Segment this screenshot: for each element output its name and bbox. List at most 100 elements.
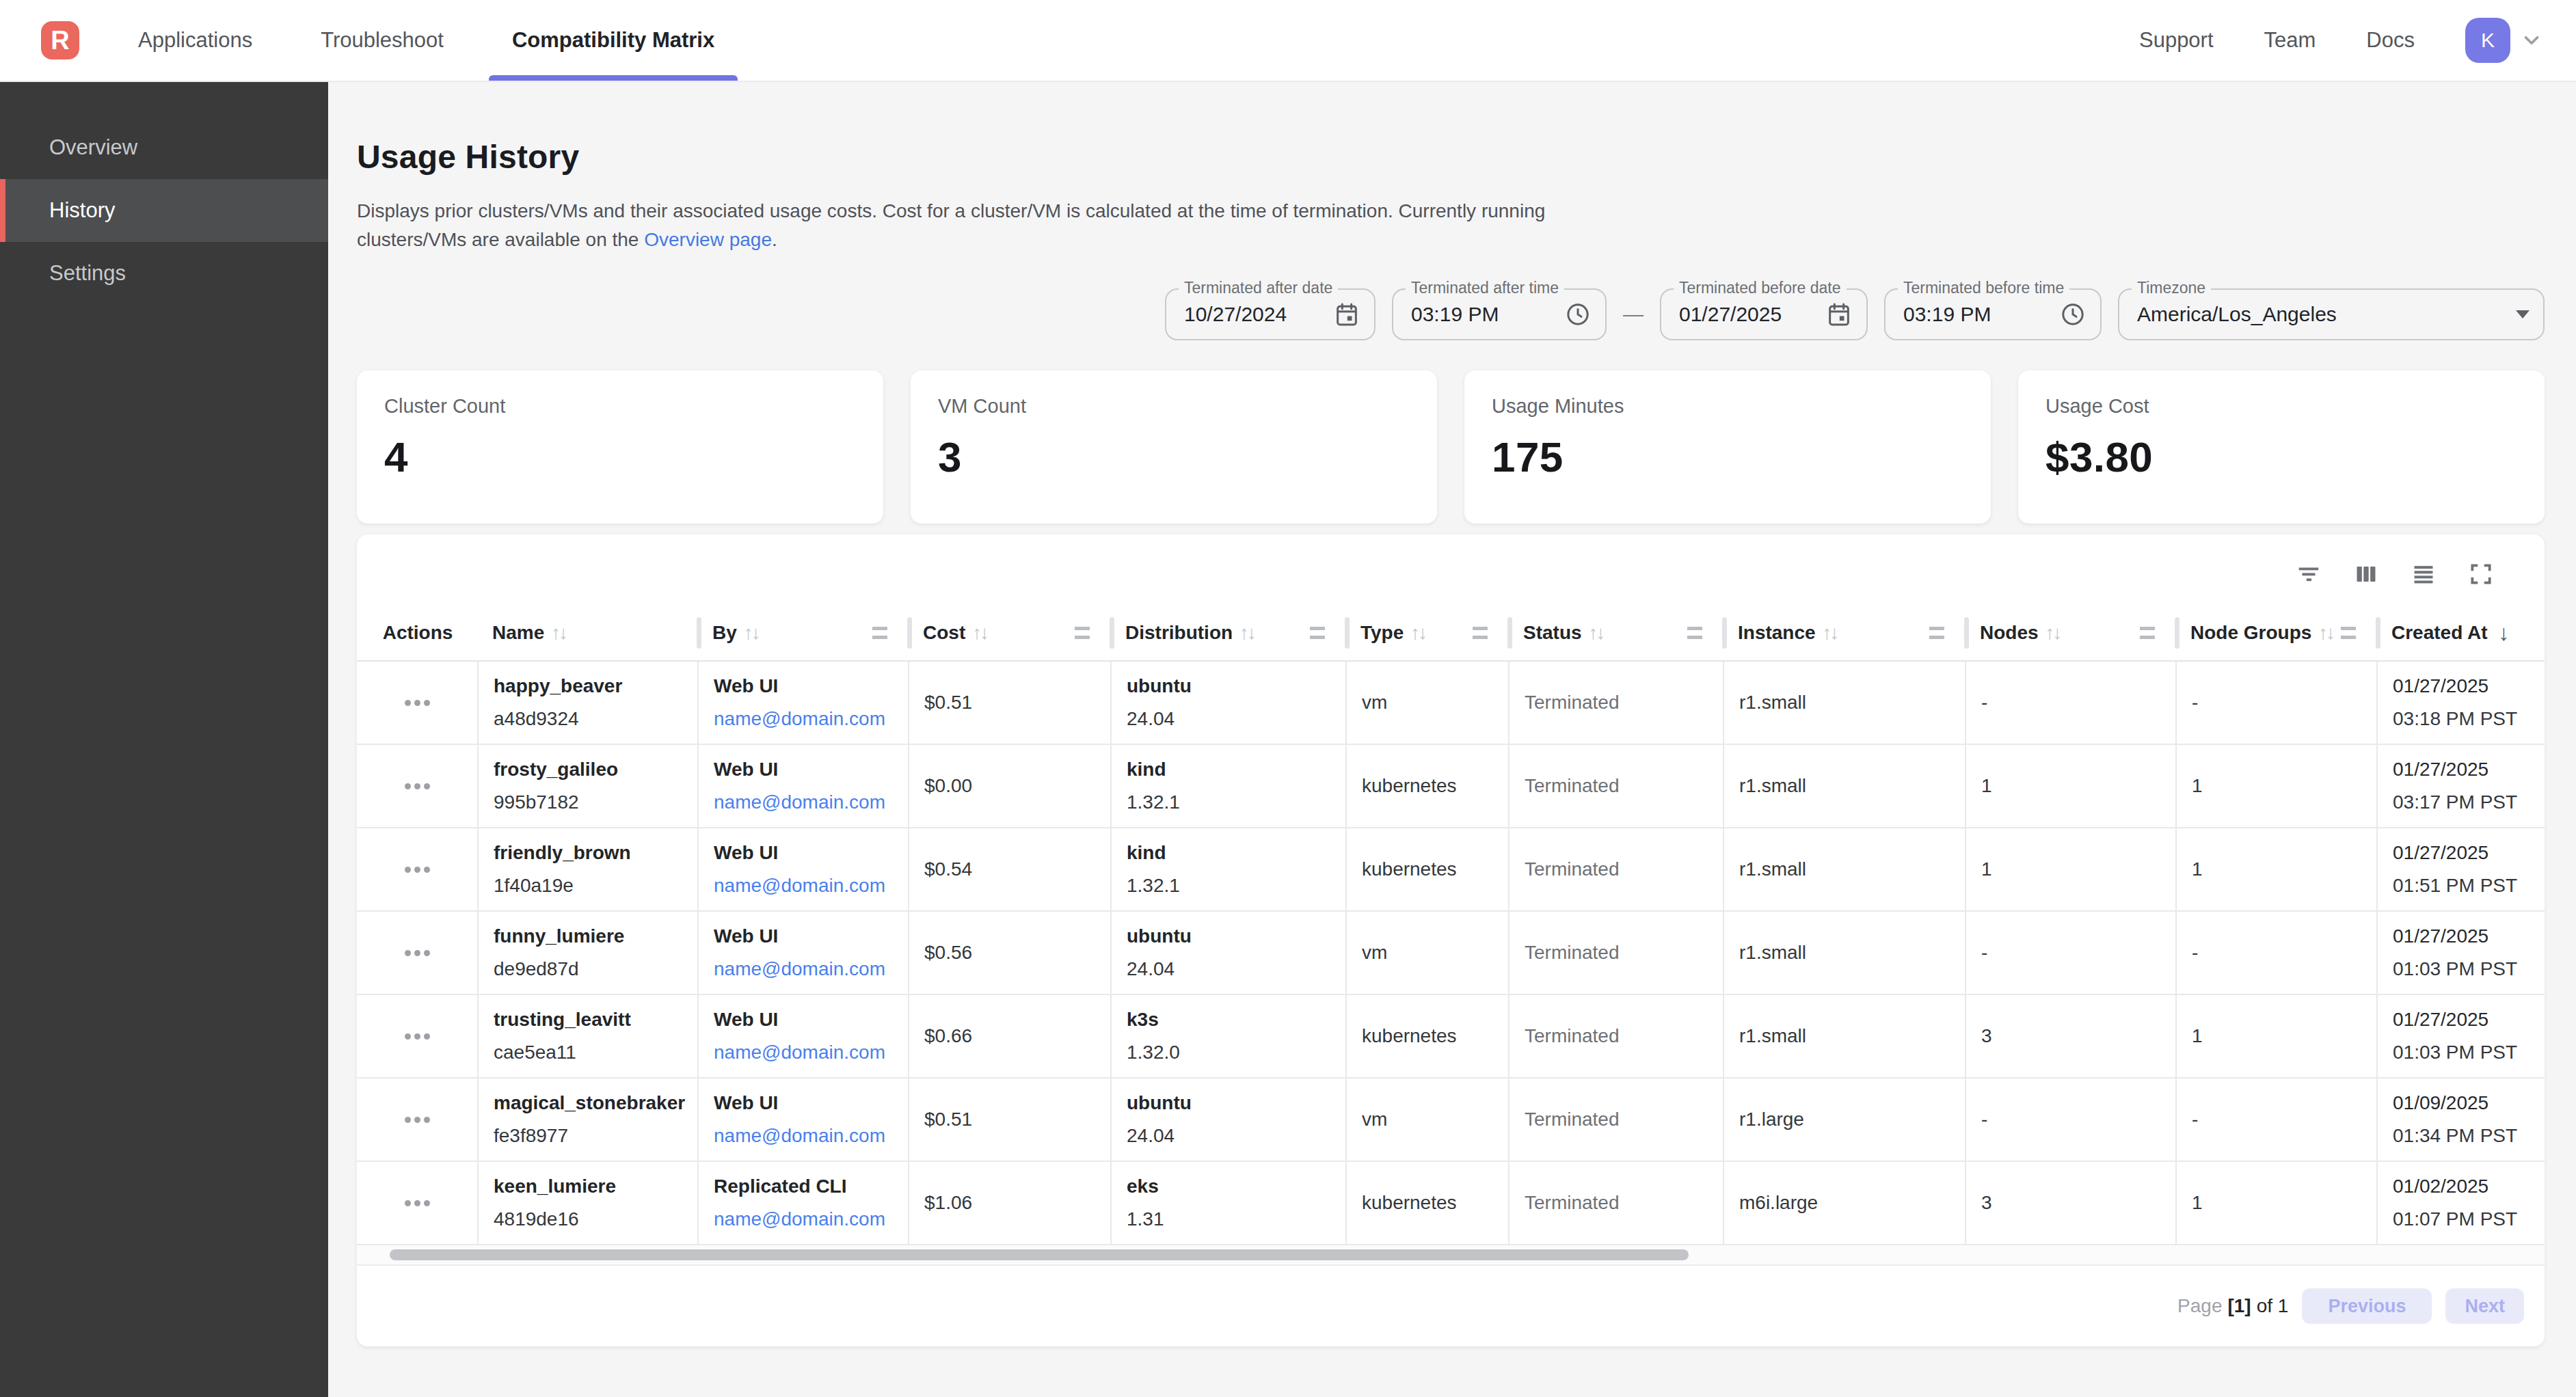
chevron-down-icon[interactable] (2520, 29, 2543, 52)
row-actions-button[interactable] (405, 1033, 430, 1040)
node_groups-value: - (2192, 1109, 2198, 1130)
page-title: Usage History (357, 137, 2545, 178)
horizontal-scrollbar[interactable] (357, 1245, 2545, 1266)
cell-distribution: k3s1.32.0 (1112, 995, 1347, 1077)
column-menu-icon[interactable] (872, 627, 887, 639)
filter-terminated-after-time[interactable]: Terminated after time03:19 PM (1392, 288, 1607, 340)
distribution-secondary: 24.04 (1127, 705, 1330, 733)
row-actions-button[interactable] (405, 867, 430, 873)
sidebar-item-settings[interactable]: Settings (0, 242, 328, 305)
email-link[interactable]: name@domain.com (714, 1125, 885, 1146)
email-link[interactable]: name@domain.com (714, 1042, 885, 1063)
cell-node_groups: - (2177, 662, 2378, 744)
column-header-name[interactable]: Name↑↓ (479, 606, 699, 660)
stat-card-usage-minutes: Usage Minutes175 (1464, 370, 1991, 524)
nav-tab-label: Troubleshoot (321, 28, 444, 53)
previous-button[interactable]: Previous (2302, 1288, 2432, 1324)
row-actions-button[interactable] (405, 1117, 430, 1123)
nav-link-docs[interactable]: Docs (2366, 28, 2415, 53)
row-actions-button[interactable] (405, 783, 430, 789)
column-header-type[interactable]: Type↑↓ (1347, 606, 1510, 660)
page-word: Page (2177, 1295, 2222, 1317)
next-button[interactable]: Next (2445, 1288, 2524, 1324)
cost-value: $1.06 (924, 1192, 972, 1214)
nav-link-team[interactable]: Team (2264, 28, 2316, 53)
email-link[interactable]: name@domain.com (714, 1208, 885, 1230)
cell-instance: r1.small (1724, 745, 1966, 827)
clock-icon[interactable] (2059, 301, 2087, 328)
column-menu-icon[interactable] (1473, 627, 1488, 639)
cell-node_groups: 1 (2177, 745, 2378, 827)
calendar-icon[interactable] (1825, 301, 1853, 328)
nodes-value: 1 (1981, 858, 1992, 880)
cell-actions (357, 1162, 479, 1244)
cell-node_groups: - (2177, 912, 2378, 994)
cell-created-at: 01/27/202501:03 PM PST (2378, 995, 2545, 1077)
column-menu-icon[interactable] (1687, 627, 1702, 639)
column-menu-icon[interactable] (2140, 627, 2155, 639)
name-secondary: 1f40a19e (494, 872, 682, 899)
fullscreen-icon[interactable] (2468, 561, 2494, 587)
sidebar-item-history[interactable]: History (0, 179, 328, 242)
timezone-select[interactable]: TimezoneAmerica/Los_Angeles (2118, 288, 2545, 340)
column-header-cost[interactable]: Cost↑↓ (909, 606, 1112, 660)
status-value: Terminated (1525, 942, 1620, 964)
email-link[interactable]: name@domain.com (714, 708, 885, 729)
columns-icon[interactable] (2353, 561, 2379, 587)
replicated-logo[interactable]: R (41, 21, 79, 59)
cell-name: happy_beavera48d9324 (479, 662, 699, 744)
usage-table-card: ActionsName↑↓By↑↓Cost↑↓Distribution↑↓Typ… (357, 534, 2545, 1346)
by-email: name@domain.com (714, 955, 893, 983)
pagination: Page [1] of 1 Previous Next (357, 1266, 2545, 1346)
sidebar-item-overview[interactable]: Overview (0, 116, 328, 179)
created-date: 01/27/2025 (2393, 1006, 2530, 1033)
filter-terminated-before-time[interactable]: Terminated before time03:19 PM (1884, 288, 2102, 340)
row-actions-button[interactable] (405, 700, 430, 706)
cell-cost: $0.51 (909, 662, 1112, 744)
scrollbar-thumb[interactable] (390, 1249, 1689, 1260)
cell-name: friendly_brown1f40a19e (479, 828, 699, 910)
column-header-node_groups[interactable]: Node Groups↑↓ (2177, 606, 2378, 660)
column-header-distribution[interactable]: Distribution↑↓ (1112, 606, 1347, 660)
name-secondary: 4819de16 (494, 1206, 682, 1233)
column-header-instance[interactable]: Instance↑↓ (1724, 606, 1966, 660)
email-link[interactable]: name@domain.com (714, 958, 885, 979)
density-icon[interactable] (2411, 561, 2437, 587)
cost-value: $0.00 (924, 775, 972, 797)
email-link[interactable]: name@domain.com (714, 791, 885, 813)
nav-tab-applications[interactable]: Applications (104, 0, 286, 81)
row-actions-button[interactable] (405, 950, 430, 956)
filter-terminated-before-date[interactable]: Terminated before date01/27/2025 (1660, 288, 1868, 340)
created-date: 01/02/2025 (2393, 1173, 2530, 1200)
name-secondary: de9ed87d (494, 955, 682, 983)
user-avatar[interactable]: K (2465, 18, 2510, 63)
cell-created-at: 01/09/202501:34 PM PST (2378, 1079, 2545, 1161)
column-header-status[interactable]: Status↑↓ (1510, 606, 1724, 660)
by-email: name@domain.com (714, 789, 893, 816)
email-link[interactable]: name@domain.com (714, 875, 885, 896)
sort-icon: ↑↓ (1410, 622, 1425, 644)
cell-created-at: 01/02/202501:07 PM PST (2378, 1162, 2545, 1244)
filter-icon[interactable] (2296, 561, 2322, 587)
overview-page-link[interactable]: Overview page (644, 229, 772, 250)
row-actions-button[interactable] (405, 1200, 430, 1206)
status-value: Terminated (1525, 858, 1620, 880)
column-menu-icon[interactable] (1929, 627, 1944, 639)
column-menu-icon[interactable] (2341, 627, 2356, 639)
column-header-by[interactable]: By↑↓ (699, 606, 909, 660)
column-header-nodes[interactable]: Nodes↑↓ (1966, 606, 2177, 660)
table-row: frosty_galileo995b7182Web UIname@domain.… (357, 745, 2545, 828)
nav-tab-troubleshoot[interactable]: Troubleshoot (286, 0, 478, 81)
filter-terminated-after-date[interactable]: Terminated after date10/27/2024 (1165, 288, 1376, 340)
column-menu-icon[interactable] (1075, 627, 1090, 639)
nav-link-support[interactable]: Support (2139, 28, 2214, 53)
sort-icon: ↑↓ (551, 622, 566, 644)
column-header-created_at[interactable]: Created At↓ (2378, 606, 2545, 660)
column-menu-icon[interactable] (1310, 627, 1325, 639)
stat-value: 3 (938, 433, 1410, 481)
nav-tab-compatibility-matrix[interactable]: Compatibility Matrix (478, 0, 749, 81)
clock-icon[interactable] (1564, 301, 1592, 328)
calendar-icon[interactable] (1333, 301, 1360, 328)
by-source: Web UI (714, 673, 893, 700)
cell-name: frosty_galileo995b7182 (479, 745, 699, 827)
